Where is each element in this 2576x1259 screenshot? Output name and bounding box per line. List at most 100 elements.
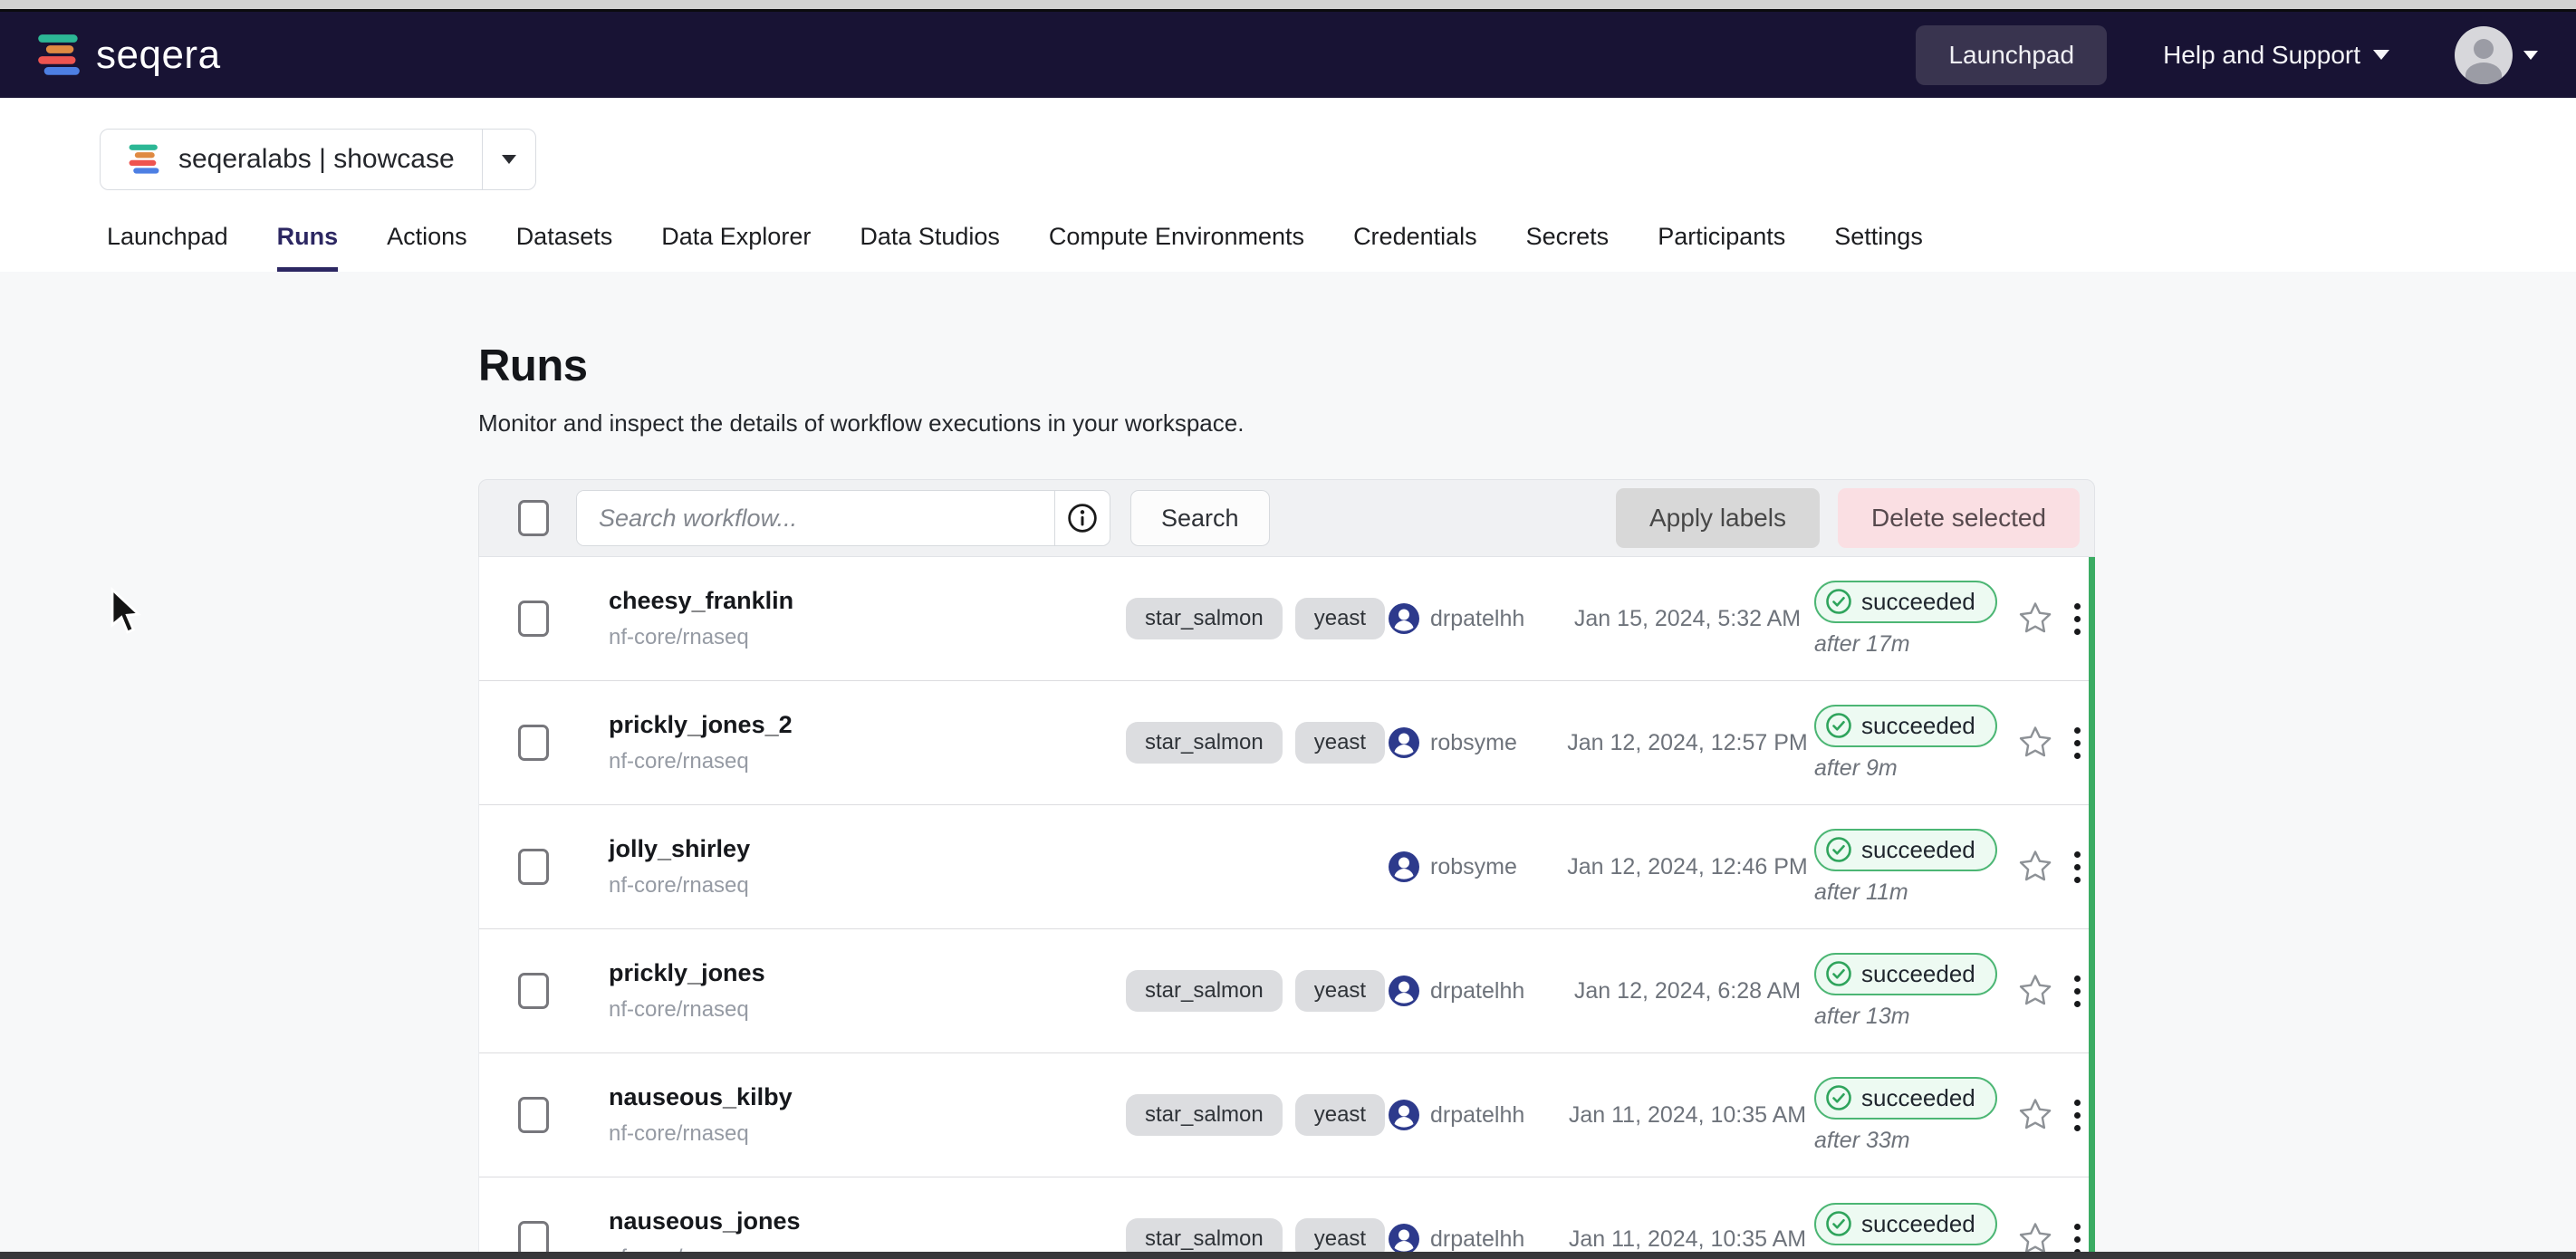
help-and-support-label: Help and Support: [2163, 41, 2360, 70]
row-checkbox[interactable]: [518, 601, 549, 637]
help-and-support-menu[interactable]: Help and Support: [2163, 41, 2389, 70]
workspace-selector-toggle[interactable]: [483, 130, 535, 189]
run-labels: star_salmon yeast: [1126, 970, 1389, 1012]
user-menu[interactable]: [2455, 26, 2538, 84]
status-badge: succeeded: [1814, 1203, 1997, 1245]
run-pipeline: nf-core/rnaseq: [609, 997, 1126, 1023]
kebab-menu-icon[interactable]: [2062, 970, 2093, 1013]
launchpad-button[interactable]: Launchpad: [1916, 25, 2107, 85]
tab-actions[interactable]: Actions: [387, 223, 467, 272]
kebab-menu-icon[interactable]: [2062, 598, 2093, 640]
bottom-bar: [0, 1252, 2576, 1259]
delete-selected-button[interactable]: Delete selected: [1838, 488, 2080, 548]
star-icon[interactable]: [2009, 850, 2062, 884]
check-circle-icon: [1825, 960, 1852, 987]
label-pill[interactable]: star_salmon: [1126, 598, 1283, 639]
search-info-icon[interactable]: [1055, 491, 1110, 545]
table-toolbar: Search Apply labels Delete selected: [478, 479, 2095, 557]
user-avatar-icon: [1389, 727, 1419, 758]
run-duration: after 13m: [1814, 1004, 1910, 1030]
kebab-menu-icon[interactable]: [2062, 846, 2093, 889]
run-row[interactable]: jolly_shirley nf-core/rnaseq robsyme Jan…: [479, 805, 2089, 929]
run-pipeline: nf-core/rnaseq: [609, 873, 1126, 899]
chevron-down-icon: [2523, 51, 2538, 60]
select-all-checkbox[interactable]: [518, 500, 549, 536]
run-date: Jan 12, 2024, 12:46 PM: [1561, 854, 1814, 880]
run-user: drpatelhh: [1430, 1102, 1524, 1129]
run-labels: star_salmon yeast: [1126, 722, 1389, 764]
kebab-menu-icon[interactable]: [2062, 1094, 2093, 1137]
user-avatar-icon: [1389, 1100, 1419, 1130]
run-name-link[interactable]: nauseous_jones: [609, 1207, 1126, 1235]
run-date: Jan 12, 2024, 6:28 AM: [1561, 978, 1814, 1004]
workspace-org-icon: [128, 143, 160, 176]
tab-settings[interactable]: Settings: [1834, 223, 1923, 272]
tab-data-explorer[interactable]: Data Explorer: [661, 223, 811, 272]
label-pill[interactable]: yeast: [1295, 598, 1385, 639]
kebab-menu-icon[interactable]: [2062, 722, 2093, 764]
star-icon[interactable]: [2009, 601, 2062, 636]
row-checkbox[interactable]: [518, 973, 549, 1009]
row-checkbox[interactable]: [518, 725, 549, 761]
run-name-link[interactable]: prickly_jones: [609, 959, 1126, 987]
run-date: Jan 15, 2024, 5:32 AM: [1561, 606, 1814, 632]
user-avatar-icon: [1389, 603, 1419, 634]
label-pill[interactable]: yeast: [1295, 970, 1385, 1012]
workspace-selector[interactable]: seqeralabs | showcase: [100, 129, 536, 190]
run-name-link[interactable]: nauseous_kilby: [609, 1083, 1126, 1111]
tab-datasets[interactable]: Datasets: [516, 223, 613, 272]
chevron-down-icon: [502, 155, 516, 164]
star-icon[interactable]: [2009, 1098, 2062, 1132]
row-checkbox[interactable]: [518, 1097, 549, 1133]
status-badge: succeeded: [1814, 705, 1997, 747]
tab-credentials[interactable]: Credentials: [1353, 223, 1477, 272]
status-text: succeeded: [1861, 960, 1975, 988]
check-circle-icon: [1825, 588, 1852, 615]
info-icon: [1067, 503, 1098, 533]
run-user: robsyme: [1430, 854, 1517, 880]
label-pill[interactable]: yeast: [1295, 722, 1385, 764]
run-row[interactable]: nauseous_jones nf-core/rnaseq star_salmo…: [479, 1177, 2089, 1259]
apply-labels-button[interactable]: Apply labels: [1616, 488, 1820, 548]
star-icon[interactable]: [2009, 974, 2062, 1008]
workspace-tabs: Launchpad Runs Actions Datasets Data Exp…: [107, 223, 2576, 272]
status-badge: succeeded: [1814, 581, 1997, 623]
search-input[interactable]: [577, 491, 1054, 545]
run-pipeline: nf-core/rnaseq: [609, 1121, 1126, 1147]
status-text: succeeded: [1861, 712, 1975, 740]
tab-data-studios[interactable]: Data Studios: [860, 223, 1000, 272]
tab-launchpad[interactable]: Launchpad: [107, 223, 228, 272]
run-name-link[interactable]: jolly_shirley: [609, 835, 1126, 863]
run-name-link[interactable]: cheesy_franklin: [609, 587, 1126, 615]
seqera-logo[interactable]: seqera: [36, 33, 221, 78]
tab-participants[interactable]: Participants: [1658, 223, 1785, 272]
header-section: seqeralabs | showcase Launchpad Runs Act…: [0, 98, 2576, 272]
top-navbar: seqera Launchpad Help and Support: [0, 12, 2576, 98]
tab-runs[interactable]: Runs: [277, 223, 339, 272]
user-avatar-icon: [1389, 1224, 1419, 1254]
search-button[interactable]: Search: [1130, 490, 1270, 546]
tab-secrets[interactable]: Secrets: [1526, 223, 1610, 272]
star-icon[interactable]: [2009, 726, 2062, 760]
tab-compute-environments[interactable]: Compute Environments: [1049, 223, 1304, 272]
run-row[interactable]: prickly_jones_2 nf-core/rnaseq star_salm…: [479, 681, 2089, 805]
run-user: robsyme: [1430, 730, 1517, 756]
run-row[interactable]: cheesy_franklin nf-core/rnaseq star_salm…: [479, 557, 2089, 681]
browser-chrome-strip: [0, 0, 2576, 9]
label-pill[interactable]: star_salmon: [1126, 722, 1283, 764]
user-avatar-icon: [1389, 975, 1419, 1006]
status-text: succeeded: [1861, 1084, 1975, 1112]
label-pill[interactable]: star_salmon: [1126, 970, 1283, 1012]
label-pill[interactable]: star_salmon: [1126, 1094, 1283, 1136]
run-row[interactable]: prickly_jones nf-core/rnaseq star_salmon…: [479, 929, 2089, 1053]
check-circle-icon: [1825, 712, 1852, 739]
run-duration: after 17m: [1814, 631, 1910, 658]
row-checkbox[interactable]: [518, 849, 549, 885]
avatar[interactable]: [2455, 26, 2513, 84]
status-badge: succeeded: [1814, 953, 1997, 995]
content-area: Runs Monitor and inspect the details of …: [0, 272, 2576, 1259]
label-pill[interactable]: yeast: [1295, 1094, 1385, 1136]
run-row[interactable]: nauseous_kilby nf-core/rnaseq star_salmo…: [479, 1053, 2089, 1177]
run-name-link[interactable]: prickly_jones_2: [609, 711, 1126, 739]
run-date: Jan 11, 2024, 10:35 AM: [1561, 1102, 1814, 1129]
